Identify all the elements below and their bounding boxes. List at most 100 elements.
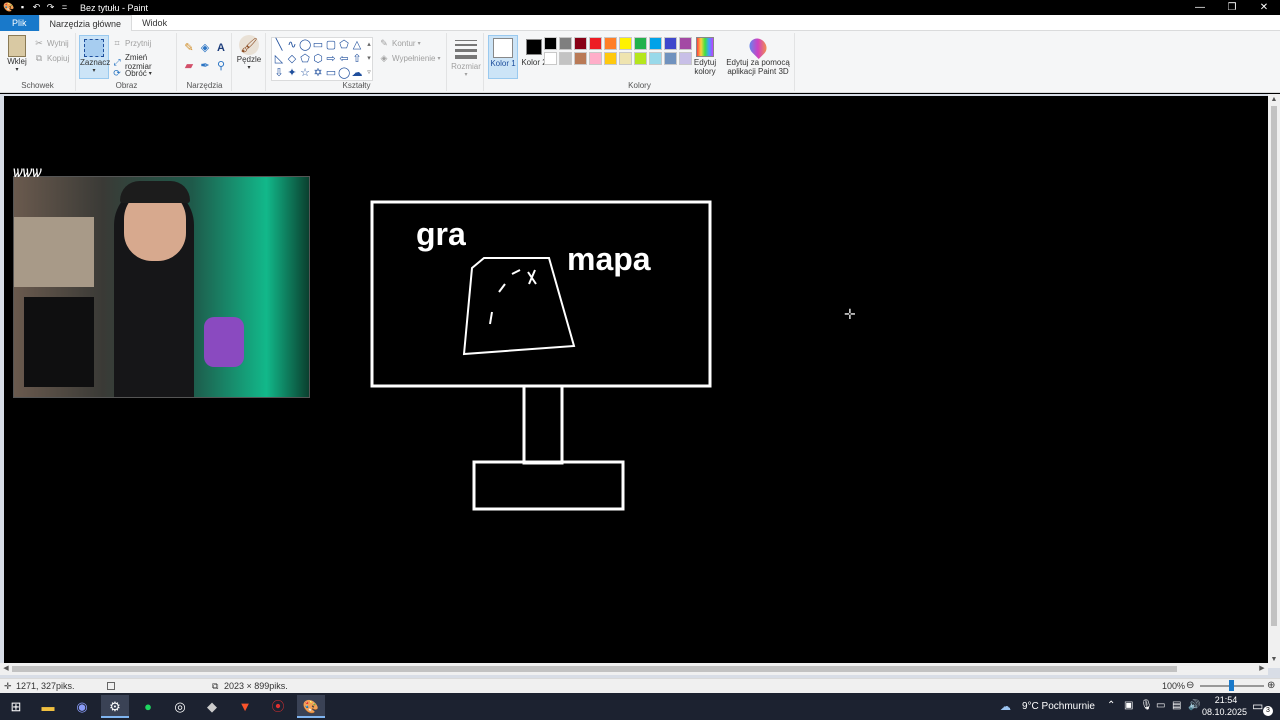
edit-colors-button[interactable]: Edytuj kolory bbox=[689, 35, 721, 76]
callout-oval-shape-icon[interactable]: ◯ bbox=[338, 67, 350, 79]
tab-view[interactable]: Widok bbox=[132, 15, 177, 31]
restore-button[interactable]: ❐ bbox=[1216, 0, 1248, 15]
quick-access-dropdown-icon[interactable]: = bbox=[59, 2, 70, 13]
down-arrow-shape-icon[interactable]: ⇩ bbox=[273, 67, 285, 79]
save-icon[interactable]: ▪ bbox=[17, 2, 28, 13]
line-shape-icon[interactable]: ╲ bbox=[273, 39, 285, 51]
six-star-shape-icon[interactable]: ✡ bbox=[312, 67, 324, 79]
color-swatch[interactable] bbox=[559, 37, 572, 50]
brushes-button[interactable]: 🖌 Pędzle ▾ bbox=[235, 35, 263, 71]
curve-shape-icon[interactable]: ∿ bbox=[286, 39, 298, 51]
vertical-scrollbar[interactable]: ▲ ▼ bbox=[1268, 94, 1280, 668]
obs-icon[interactable]: ◎ bbox=[166, 695, 194, 718]
scroll-down-icon[interactable]: ▼ bbox=[1268, 654, 1280, 666]
tab-file[interactable]: Plik bbox=[0, 15, 39, 31]
size-button[interactable]: Rozmiar ▾ bbox=[451, 37, 481, 78]
color-swatch[interactable] bbox=[664, 37, 677, 50]
select-button[interactable]: Zaznacz ▾ bbox=[79, 35, 110, 79]
undo-icon[interactable]: ↶ bbox=[31, 2, 42, 13]
color-picker-icon[interactable]: ✒ bbox=[199, 60, 211, 72]
fill-bucket-icon[interactable]: ◈ bbox=[199, 42, 211, 54]
zoom-in-icon[interactable]: ⊕ bbox=[1267, 680, 1275, 691]
color-swatch[interactable] bbox=[619, 37, 632, 50]
app-shield-icon[interactable]: ◆ bbox=[198, 695, 226, 718]
close-button[interactable]: ✕ bbox=[1248, 0, 1280, 15]
callout-cloud-shape-icon[interactable]: ☁ bbox=[351, 67, 363, 79]
polygon-shape-icon[interactable]: ⬠ bbox=[338, 39, 350, 51]
paint-taskbar-icon[interactable]: 🎨 bbox=[297, 695, 325, 718]
tray-overflow-icon[interactable]: ⌃ bbox=[1107, 700, 1115, 711]
up-arrow-shape-icon[interactable]: ⇧ bbox=[351, 53, 363, 65]
four-star-shape-icon[interactable]: ✦ bbox=[286, 67, 298, 79]
callout-rect-shape-icon[interactable]: ▭ bbox=[325, 67, 337, 79]
color-swatch[interactable] bbox=[604, 52, 617, 65]
clock-time[interactable]: 21:54 bbox=[1208, 695, 1244, 705]
clock-date[interactable]: 08.10.2025 bbox=[1202, 707, 1247, 717]
color-swatch[interactable] bbox=[649, 37, 662, 50]
color-swatch[interactable] bbox=[559, 52, 572, 65]
pentagon-shape-icon[interactable]: ⬠ bbox=[299, 53, 311, 65]
triangle-shape-icon[interactable]: △ bbox=[351, 39, 363, 51]
magnifier-icon[interactable]: ⚲ bbox=[215, 60, 227, 72]
color-swatch[interactable] bbox=[664, 52, 677, 65]
minimize-button[interactable]: — bbox=[1184, 0, 1216, 15]
steam-icon[interactable]: ⚙ bbox=[101, 695, 129, 718]
horizontal-scroll-thumb[interactable] bbox=[12, 666, 1177, 672]
outline-button[interactable]: ✎ Kontur ▾ bbox=[379, 38, 420, 48]
color-swatch[interactable] bbox=[619, 52, 632, 65]
copy-button[interactable]: ⧉ Kopiuj bbox=[34, 53, 69, 63]
fill-button[interactable]: ◈ Wypełnienie ▾ bbox=[379, 53, 441, 63]
paste-button[interactable]: Wklej ▾ bbox=[4, 35, 30, 73]
oval-shape-icon[interactable]: ◯ bbox=[299, 39, 311, 51]
diamond-shape-icon[interactable]: ◇ bbox=[286, 53, 298, 65]
color-swatch[interactable] bbox=[634, 37, 647, 50]
pencil-icon[interactable]: ✎ bbox=[183, 42, 195, 54]
weather-cloud-icon[interactable]: ☁ bbox=[1000, 700, 1011, 713]
left-arrow-shape-icon[interactable]: ⇦ bbox=[338, 53, 350, 65]
cut-button[interactable]: ✂ Wytnij bbox=[34, 38, 69, 48]
color-swatch[interactable] bbox=[649, 52, 662, 65]
microphone-icon[interactable]: 🎙 bbox=[1140, 700, 1153, 711]
shapes-scroll-up-icon[interactable]: ▴ bbox=[363, 39, 375, 51]
volume-icon[interactable]: 🔊 bbox=[1188, 700, 1200, 711]
weather-text[interactable]: 9°C Pochmurnie bbox=[1022, 701, 1095, 712]
discord-icon[interactable]: ◉ bbox=[68, 695, 96, 718]
file-explorer-icon[interactable]: ▬ bbox=[34, 695, 62, 718]
color-swatch[interactable] bbox=[574, 52, 587, 65]
five-star-shape-icon[interactable]: ☆ bbox=[299, 67, 311, 79]
color-swatch[interactable] bbox=[589, 37, 602, 50]
text-tool-icon[interactable]: A bbox=[215, 42, 227, 54]
brave-browser-icon[interactable]: ▼ bbox=[231, 695, 259, 718]
shapes-scroll-down-icon[interactable]: ▾ bbox=[363, 53, 375, 65]
network-icon[interactable]: ▤ bbox=[1172, 700, 1181, 711]
scroll-up-icon[interactable]: ▲ bbox=[1268, 94, 1280, 106]
start-button[interactable]: ⊞ bbox=[2, 695, 30, 718]
color-swatch[interactable] bbox=[544, 52, 557, 65]
eraser-icon[interactable]: ▰ bbox=[183, 60, 195, 72]
zoom-slider-thumb[interactable] bbox=[1229, 680, 1234, 691]
recorder-icon[interactable]: ⦿ bbox=[264, 695, 292, 718]
crop-button[interactable]: ⌗ Przytnij bbox=[112, 38, 151, 48]
drawing-canvas[interactable]: ѡѡѡ gra mapa ✛ bbox=[4, 96, 1268, 663]
hexagon-shape-icon[interactable]: ⬡ bbox=[312, 53, 324, 65]
redo-icon[interactable]: ↷ bbox=[45, 2, 56, 13]
vertical-scroll-thumb[interactable] bbox=[1271, 106, 1277, 626]
horizontal-scrollbar[interactable]: ◀ ▶ bbox=[0, 663, 1268, 675]
shapes-expand-icon[interactable]: ▿ bbox=[363, 67, 375, 79]
scroll-left-icon[interactable]: ◀ bbox=[0, 663, 12, 675]
camera-icon[interactable]: ▭ bbox=[1156, 700, 1165, 711]
scroll-right-icon[interactable]: ▶ bbox=[1256, 663, 1268, 675]
notification-center-icon[interactable]: ▭ bbox=[1252, 699, 1263, 713]
zoom-out-icon[interactable]: ⊖ bbox=[1186, 680, 1194, 691]
tab-home[interactable]: Narzędzia główne bbox=[38, 15, 133, 31]
spotify-icon[interactable]: ● bbox=[134, 695, 162, 718]
rotate-button[interactable]: ⟳ Obróć ▾ bbox=[112, 68, 152, 78]
color1-button[interactable]: Kolor 1 bbox=[488, 35, 518, 79]
color-swatch[interactable] bbox=[544, 37, 557, 50]
paint3d-button[interactable]: Edytuj za pomocą aplikacji Paint 3D bbox=[725, 34, 791, 76]
rounded-rect-shape-icon[interactable]: ▢ bbox=[325, 39, 337, 51]
color-swatch[interactable] bbox=[634, 52, 647, 65]
color-swatch[interactable] bbox=[604, 37, 617, 50]
color-swatch[interactable] bbox=[589, 52, 602, 65]
right-triangle-shape-icon[interactable]: ◺ bbox=[273, 53, 285, 65]
